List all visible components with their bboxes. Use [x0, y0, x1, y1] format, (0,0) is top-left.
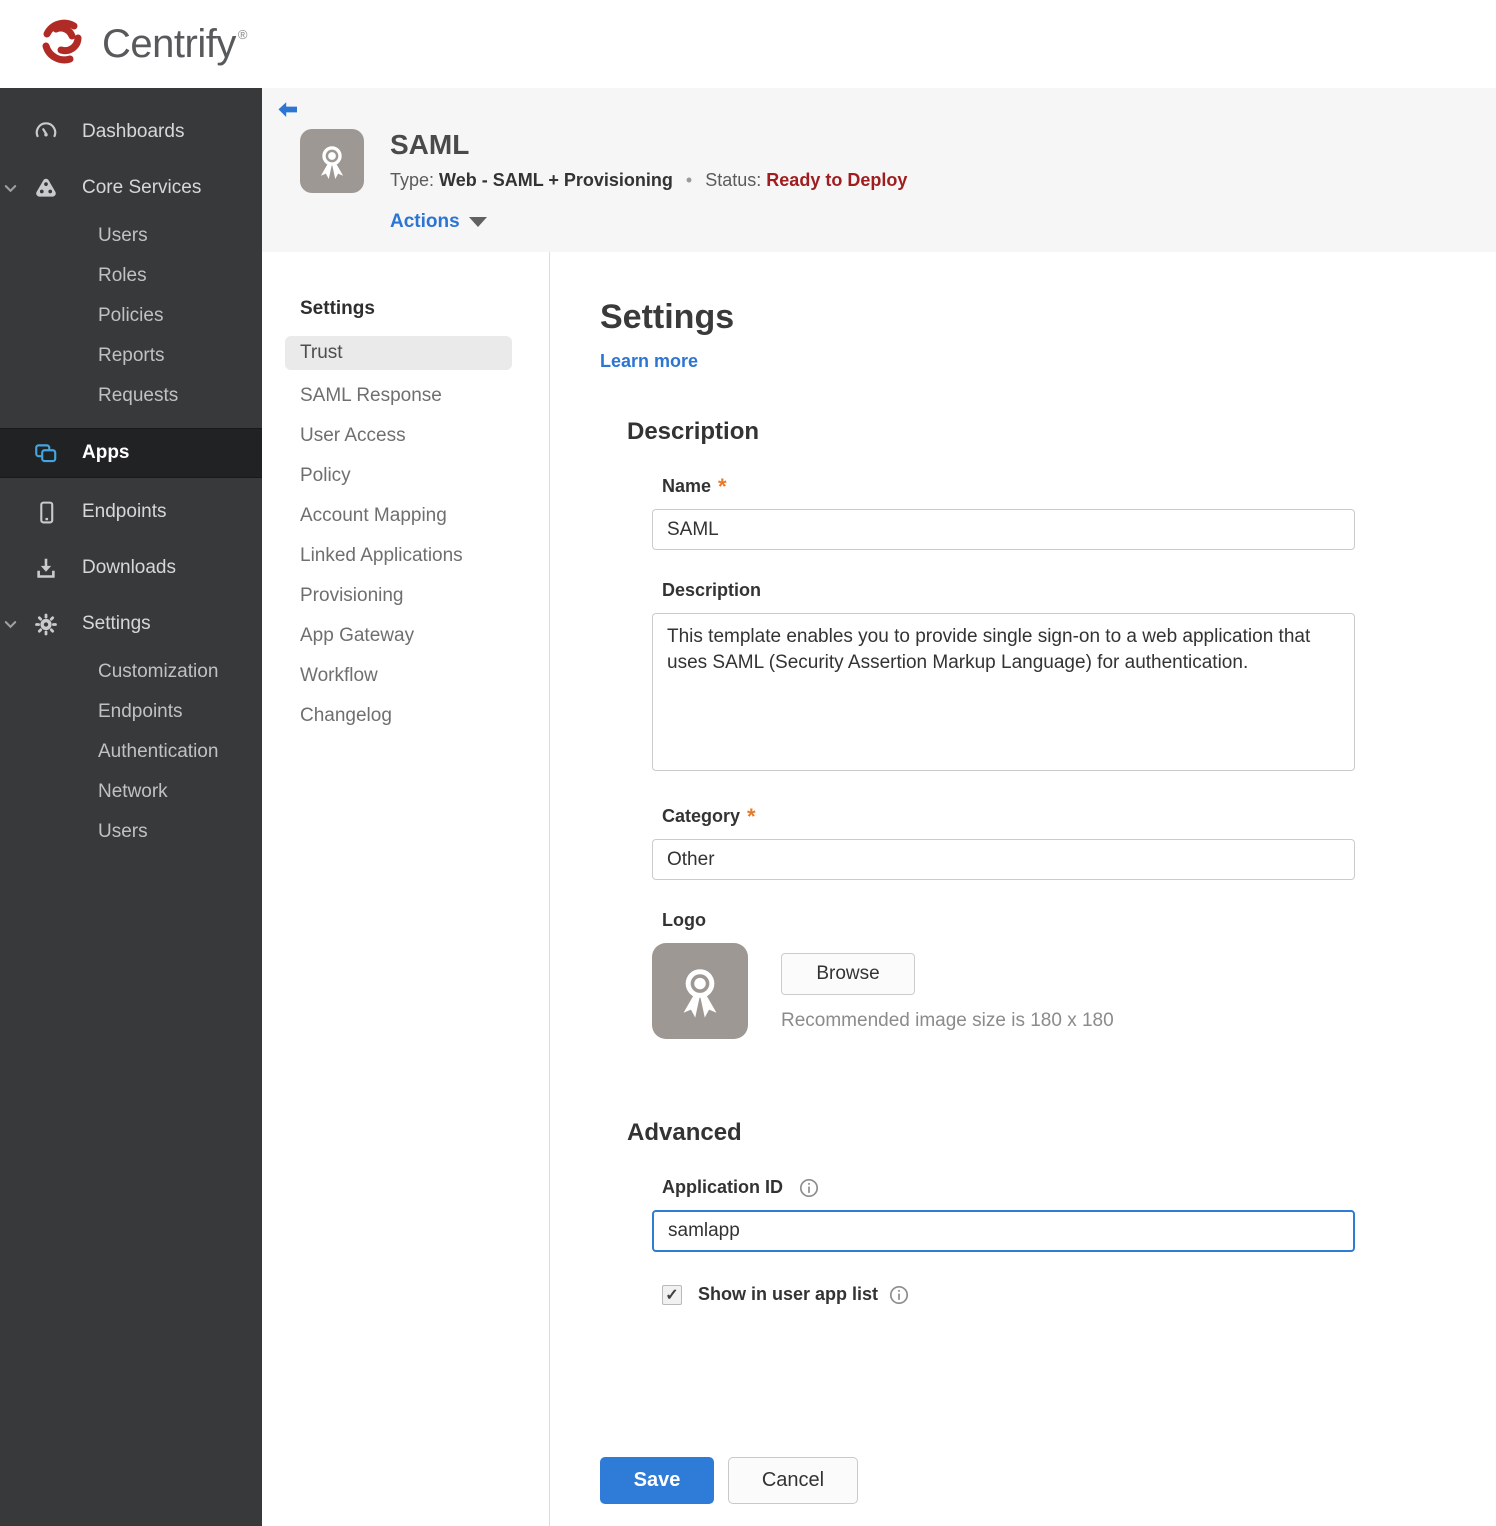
browse-button[interactable]: Browse — [781, 953, 915, 995]
subnav-item-workflow[interactable]: Workflow — [285, 656, 512, 696]
sidebar-item-downloads[interactable]: Downloads — [0, 540, 262, 596]
sidebar-item-label: Downloads — [82, 557, 176, 578]
cancel-button[interactable]: Cancel — [728, 1457, 858, 1504]
subnav-item-user-access[interactable]: User Access — [285, 416, 512, 456]
dashboard-gauge-icon — [33, 119, 59, 145]
required-asterisk: * — [747, 803, 756, 829]
info-icon[interactable] — [889, 1285, 909, 1305]
sidebar-item-label: Endpoints — [82, 501, 167, 522]
description-section-heading: Description — [627, 418, 760, 445]
sidebar-item-label: Settings — [82, 613, 151, 634]
sidebar-item-requests[interactable]: Requests — [0, 376, 262, 416]
save-button[interactable]: Save — [600, 1457, 714, 1504]
sidebar-item-label: Customization — [98, 661, 219, 682]
sidebar-item-authentication[interactable]: Authentication — [0, 732, 262, 772]
sidebar-item-policies[interactable]: Policies — [0, 296, 262, 336]
description-field[interactable]: This template enables you to provide sin… — [652, 613, 1355, 771]
sidebar-item-endpoints[interactable]: Endpoints — [0, 484, 262, 540]
core-services-icon — [33, 175, 59, 201]
endpoint-phone-icon — [33, 499, 59, 525]
settings-subnav: Settings Trust SAML Response User Access… — [262, 252, 550, 1526]
gear-icon — [33, 611, 59, 637]
sidebar-item-reports[interactable]: Reports — [0, 336, 262, 376]
sidebar-item-label: Dashboards — [82, 121, 185, 142]
chevron-down-icon — [468, 217, 487, 227]
required-asterisk: * — [718, 473, 727, 499]
subnav-item-trust[interactable]: Trust — [285, 336, 512, 370]
back-arrow-icon[interactable] — [276, 98, 300, 122]
subnav-heading: Settings — [300, 298, 375, 319]
sidebar-item-settings[interactable]: Settings — [0, 596, 262, 652]
description-label: Description — [662, 580, 762, 600]
application-id-label: Application ID — [662, 1177, 783, 1197]
apps-windows-icon — [33, 440, 59, 466]
chevron-down-icon[interactable] — [2, 180, 18, 196]
sidebar-item-label: Endpoints — [98, 701, 183, 722]
application-id-field[interactable] — [652, 1210, 1355, 1252]
logo-preview-badge-icon — [652, 943, 748, 1039]
download-icon — [33, 555, 59, 581]
sidebar-item-label: Users — [98, 821, 148, 842]
category-label: Category — [662, 806, 741, 826]
subnav-item-changelog[interactable]: Changelog — [285, 696, 512, 736]
info-icon[interactable] — [799, 1178, 819, 1198]
logo-size-hint: Recommended image size is 180 x 180 — [781, 1010, 1114, 1031]
type-value: Web - SAML + Provisioning — [439, 170, 673, 190]
subnav-item-provisioning[interactable]: Provisioning — [285, 576, 512, 616]
sidebar-item-users[interactable]: Users — [0, 216, 262, 256]
app-badge-icon — [300, 129, 364, 193]
subnav-item-account-mapping[interactable]: Account Mapping — [285, 496, 512, 536]
sidebar-item-label: Requests — [98, 385, 179, 406]
settings-form: Settings Learn more Description Name * D… — [550, 252, 1355, 1526]
sidebar: Dashboards Core Services Users Roles Pol… — [0, 88, 262, 1526]
learn-more-link[interactable]: Learn more — [600, 351, 698, 372]
show-in-user-app-list-checkbox[interactable]: ✓ — [662, 1284, 682, 1305]
sidebar-item-dashboards[interactable]: Dashboards — [0, 104, 262, 160]
sidebar-item-label: Apps — [82, 442, 130, 463]
app-meta: Type: Web - SAML + Provisioning • Status… — [390, 170, 907, 191]
subnav-item-saml-response[interactable]: SAML Response — [285, 376, 512, 416]
sidebar-item-core-services[interactable]: Core Services — [0, 160, 262, 216]
subnav-item-linked-applications[interactable]: Linked Applications — [285, 536, 512, 576]
advanced-section-heading: Advanced — [627, 1119, 742, 1146]
sidebar-item-network[interactable]: Network — [0, 772, 262, 812]
type-label: Type: — [390, 170, 435, 190]
logo-label: Logo — [662, 910, 706, 930]
subnav-item-policy[interactable]: Policy — [285, 456, 512, 496]
sidebar-item-apps[interactable]: Apps — [0, 428, 262, 478]
registered-mark: ® — [237, 26, 248, 42]
top-bar: Centrify ® — [0, 0, 1496, 88]
sidebar-item-label: Policies — [98, 305, 164, 326]
sidebar-item-label: Roles — [98, 265, 147, 286]
brand-logo: Centrify ® — [34, 14, 247, 75]
sidebar-item-label: Users — [98, 225, 148, 246]
app-header: SAML Type: Web - SAML + Provisioning • S… — [262, 88, 1496, 252]
sidebar-item-label: Authentication — [98, 741, 219, 762]
page-title: SAML — [390, 129, 470, 160]
sidebar-item-users-settings[interactable]: Users — [0, 812, 262, 852]
name-label: Name — [662, 476, 712, 496]
category-field[interactable] — [652, 839, 1355, 880]
sidebar-item-endpoints-settings[interactable]: Endpoints — [0, 692, 262, 732]
name-field[interactable] — [652, 509, 1355, 550]
show-in-user-app-list-label: Show in user app list — [698, 1284, 879, 1304]
form-title: Settings — [600, 298, 735, 336]
status-label: Status: — [705, 170, 762, 190]
sidebar-item-roles[interactable]: Roles — [0, 256, 262, 296]
brand-wordmark: Centrify ® — [102, 21, 248, 66]
check-icon: ✓ — [665, 1286, 679, 1304]
sidebar-item-label: Core Services — [82, 177, 202, 198]
sidebar-item-label: Network — [98, 781, 168, 802]
subnav-item-app-gateway[interactable]: App Gateway — [285, 616, 512, 656]
centrify-swirl-icon — [34, 14, 90, 75]
sidebar-item-label: Reports — [98, 345, 165, 366]
actions-label: Actions — [390, 211, 460, 232]
actions-dropdown[interactable]: Actions — [390, 211, 907, 233]
meta-separator: • — [685, 170, 693, 190]
chevron-down-icon[interactable] — [2, 616, 18, 632]
sidebar-item-customization[interactable]: Customization — [0, 652, 262, 692]
status-badge: Ready to Deploy — [766, 170, 908, 190]
